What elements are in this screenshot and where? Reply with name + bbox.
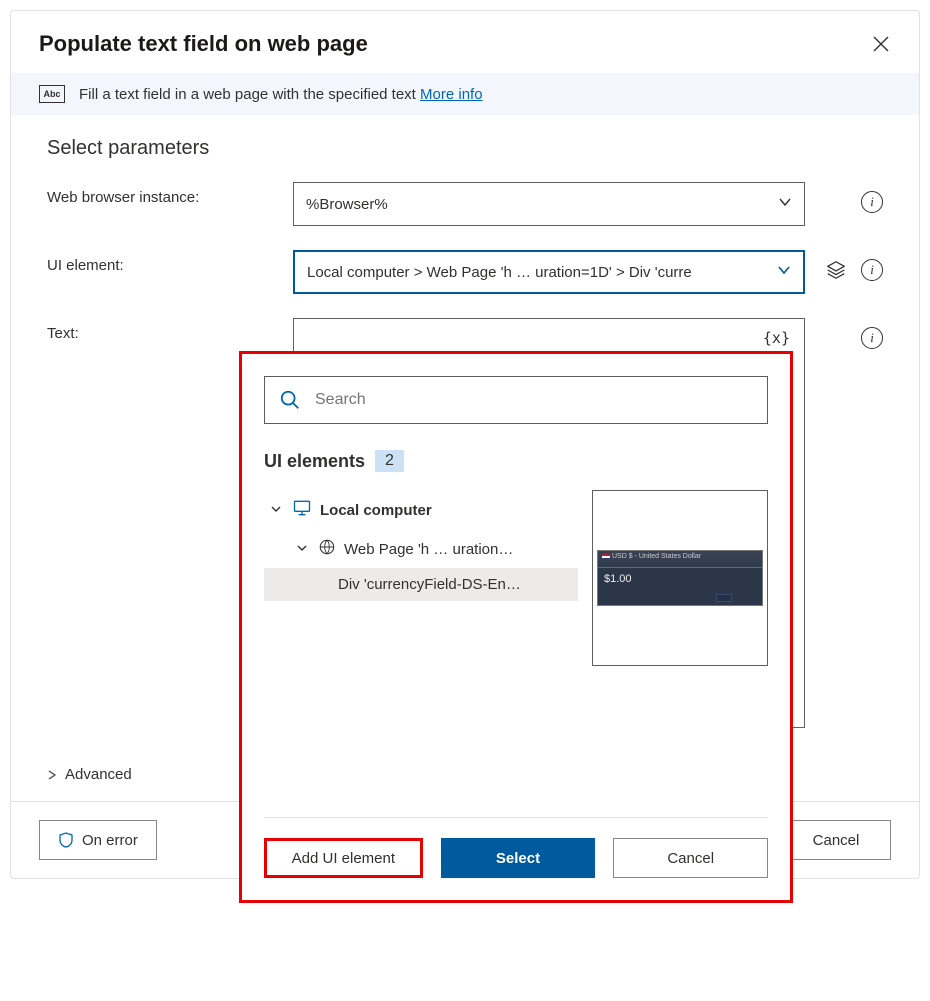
preview-pill	[716, 594, 732, 602]
add-label: Add UI element	[292, 850, 395, 867]
section-title: Select parameters	[47, 137, 883, 160]
popup-footer: Add UI element Select Cancel	[264, 817, 768, 878]
info-icon[interactable]: i	[861, 191, 883, 213]
tree-node-leaf[interactable]: Div 'currencyField-DS-En…	[264, 568, 578, 601]
variable-token-button[interactable]: {x}	[763, 329, 790, 347]
tree-root-label: Local computer	[320, 502, 432, 519]
field-browser-label: Web browser instance:	[47, 182, 277, 206]
close-icon	[873, 36, 889, 52]
popup-title-row: UI elements 2	[264, 450, 768, 472]
popup-cancel-button[interactable]: Cancel	[613, 838, 768, 878]
tree-leaf-label: Div 'currencyField-DS-En…	[338, 576, 521, 593]
info-bar: Abc Fill a text field in a web page with…	[11, 73, 919, 115]
cancel-button[interactable]: Cancel	[781, 820, 891, 860]
dialog-title: Populate text field on web page	[39, 31, 368, 57]
preview-topline: USD $ - United States Dollar	[612, 553, 701, 560]
chevron-down-icon	[777, 263, 791, 281]
ui-element-picker-panel: UI elements 2 Local computer Web Page 'h…	[239, 351, 793, 903]
chevron-down-icon	[270, 502, 284, 519]
cancel-label: Cancel	[813, 832, 860, 849]
field-uielement-label: UI element:	[47, 250, 277, 274]
browser-instance-value: %Browser%	[306, 196, 388, 213]
tree-area: Local computer Web Page 'h … uration… Di…	[264, 490, 768, 805]
select-button[interactable]: Select	[441, 838, 596, 878]
info-icon[interactable]: i	[861, 327, 883, 349]
on-error-label: On error	[82, 832, 138, 849]
chevron-down-icon	[778, 195, 792, 213]
field-uielement-row: UI element: Local computer > Web Page 'h…	[47, 250, 883, 294]
info-text-content: Fill a text field in a web page with the…	[79, 86, 420, 103]
info-text: Fill a text field in a web page with the…	[79, 86, 483, 103]
search-input-wrapper[interactable]	[264, 376, 768, 424]
info-icon[interactable]: i	[861, 259, 883, 281]
tree-node-page[interactable]: Web Page 'h … uration…	[264, 530, 578, 568]
field-text-label: Text:	[47, 318, 277, 342]
field-browser-row: Web browser instance: %Browser% i	[47, 182, 883, 226]
on-error-button[interactable]: On error	[39, 820, 157, 860]
dialog-populate-text-field: Populate text field on web page Abc Fill…	[10, 10, 920, 879]
popup-title: UI elements	[264, 451, 365, 472]
chevron-down-icon	[296, 541, 310, 558]
layers-icon[interactable]	[825, 259, 847, 281]
dialog-header: Populate text field on web page	[11, 11, 919, 73]
tree-page-label: Web Page 'h … uration…	[344, 541, 513, 558]
preview-amount: $1.00	[604, 573, 632, 585]
browser-instance-combo[interactable]: %Browser%	[293, 182, 805, 226]
abc-icon: Abc	[39, 85, 65, 103]
element-preview: USD $ - United States Dollar $1.00	[592, 490, 768, 666]
search-input[interactable]	[313, 390, 753, 410]
more-info-link[interactable]: More info	[420, 86, 483, 103]
add-ui-element-button[interactable]: Add UI element	[264, 838, 423, 878]
advanced-label: Advanced	[65, 766, 132, 783]
computer-icon	[292, 498, 312, 522]
tree-node-root[interactable]: Local computer	[264, 490, 578, 530]
search-icon	[279, 389, 301, 411]
chevron-right-icon	[47, 767, 57, 783]
tree-column: Local computer Web Page 'h … uration… Di…	[264, 490, 578, 805]
close-button[interactable]	[871, 34, 891, 54]
flag-icon	[602, 554, 610, 560]
select-label: Select	[496, 850, 540, 867]
preview-thumbnail: USD $ - United States Dollar $1.00	[597, 550, 763, 606]
ui-element-value: Local computer > Web Page 'h … uration=1…	[307, 264, 692, 281]
globe-icon	[318, 538, 336, 560]
popup-cancel-label: Cancel	[667, 850, 714, 867]
element-count-badge: 2	[375, 450, 404, 472]
ui-element-combo[interactable]: Local computer > Web Page 'h … uration=1…	[293, 250, 805, 294]
shield-icon	[58, 832, 74, 848]
